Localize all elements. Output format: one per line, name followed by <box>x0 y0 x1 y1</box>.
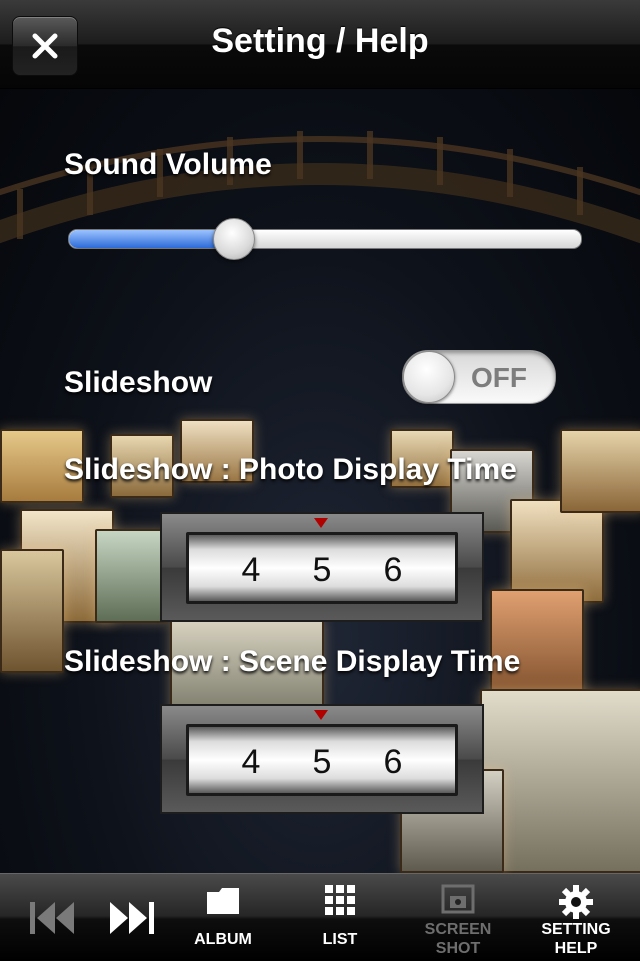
lantern <box>95 529 169 623</box>
album-tab[interactable]: ALBUM <box>178 874 268 961</box>
slider-fill <box>69 230 233 248</box>
picker-value[interactable]: 4 <box>231 551 271 590</box>
previous-button[interactable] <box>18 874 88 961</box>
picker-marker-icon <box>314 710 328 720</box>
folder-icon <box>207 888 239 914</box>
list-tab[interactable]: LIST <box>295 874 385 961</box>
slideshow-toggle[interactable]: OFF <box>402 350 556 404</box>
lantern <box>510 499 604 603</box>
next-icon <box>110 902 154 934</box>
slideshow-label: Slideshow <box>64 366 213 399</box>
lantern <box>560 429 640 513</box>
bridge-illustration <box>0 131 640 244</box>
page-title: Setting / Help <box>211 22 429 60</box>
picker-value-selected[interactable]: 5 <box>302 743 342 782</box>
screenshot-icon <box>441 884 475 914</box>
gear-icon <box>559 885 593 919</box>
navigation-bar: Setting / Help <box>0 0 640 89</box>
grid-icon <box>325 885 355 915</box>
tab-label: LIST <box>322 931 358 948</box>
setting-help-tab[interactable]: SETTING HELP <box>524 874 628 961</box>
bottom-toolbar: ALBUM LIST SCREEN SHOT SETTING HELP <box>0 873 640 961</box>
previous-icon <box>30 902 74 934</box>
toggle-state-text: OFF <box>471 362 527 393</box>
picker-value[interactable]: 6 <box>373 551 413 590</box>
photo-display-time-label: Slideshow : Photo Display Time <box>64 453 517 486</box>
picker-window[interactable]: 4 5 6 <box>186 724 458 796</box>
picker-value-selected[interactable]: 5 <box>302 551 342 590</box>
tab-label: ALBUM <box>194 931 252 948</box>
picker-window[interactable]: 4 5 6 <box>186 532 458 604</box>
photo-display-time-picker[interactable]: 4 5 6 <box>160 512 484 622</box>
picker-value[interactable]: 6 <box>373 743 413 782</box>
tab-label: SCREEN SHOT <box>424 921 492 957</box>
slider-knob[interactable] <box>212 218 255 260</box>
next-button[interactable] <box>96 874 166 961</box>
sound-volume-label: Sound Volume <box>64 148 272 181</box>
picker-value[interactable]: 4 <box>231 743 271 782</box>
picker-marker-icon <box>314 518 328 528</box>
scene-display-time-label: Slideshow : Scene Display Time <box>64 645 521 678</box>
scene-display-time-picker[interactable]: 4 5 6 <box>160 704 484 814</box>
lantern <box>480 689 640 873</box>
sound-volume-slider[interactable] <box>68 218 582 260</box>
screenshot-tab[interactable]: SCREEN SHOT <box>410 874 506 961</box>
lantern <box>0 549 64 673</box>
toggle-knob <box>403 351 455 403</box>
tab-label: SETTING HELP <box>541 921 611 957</box>
